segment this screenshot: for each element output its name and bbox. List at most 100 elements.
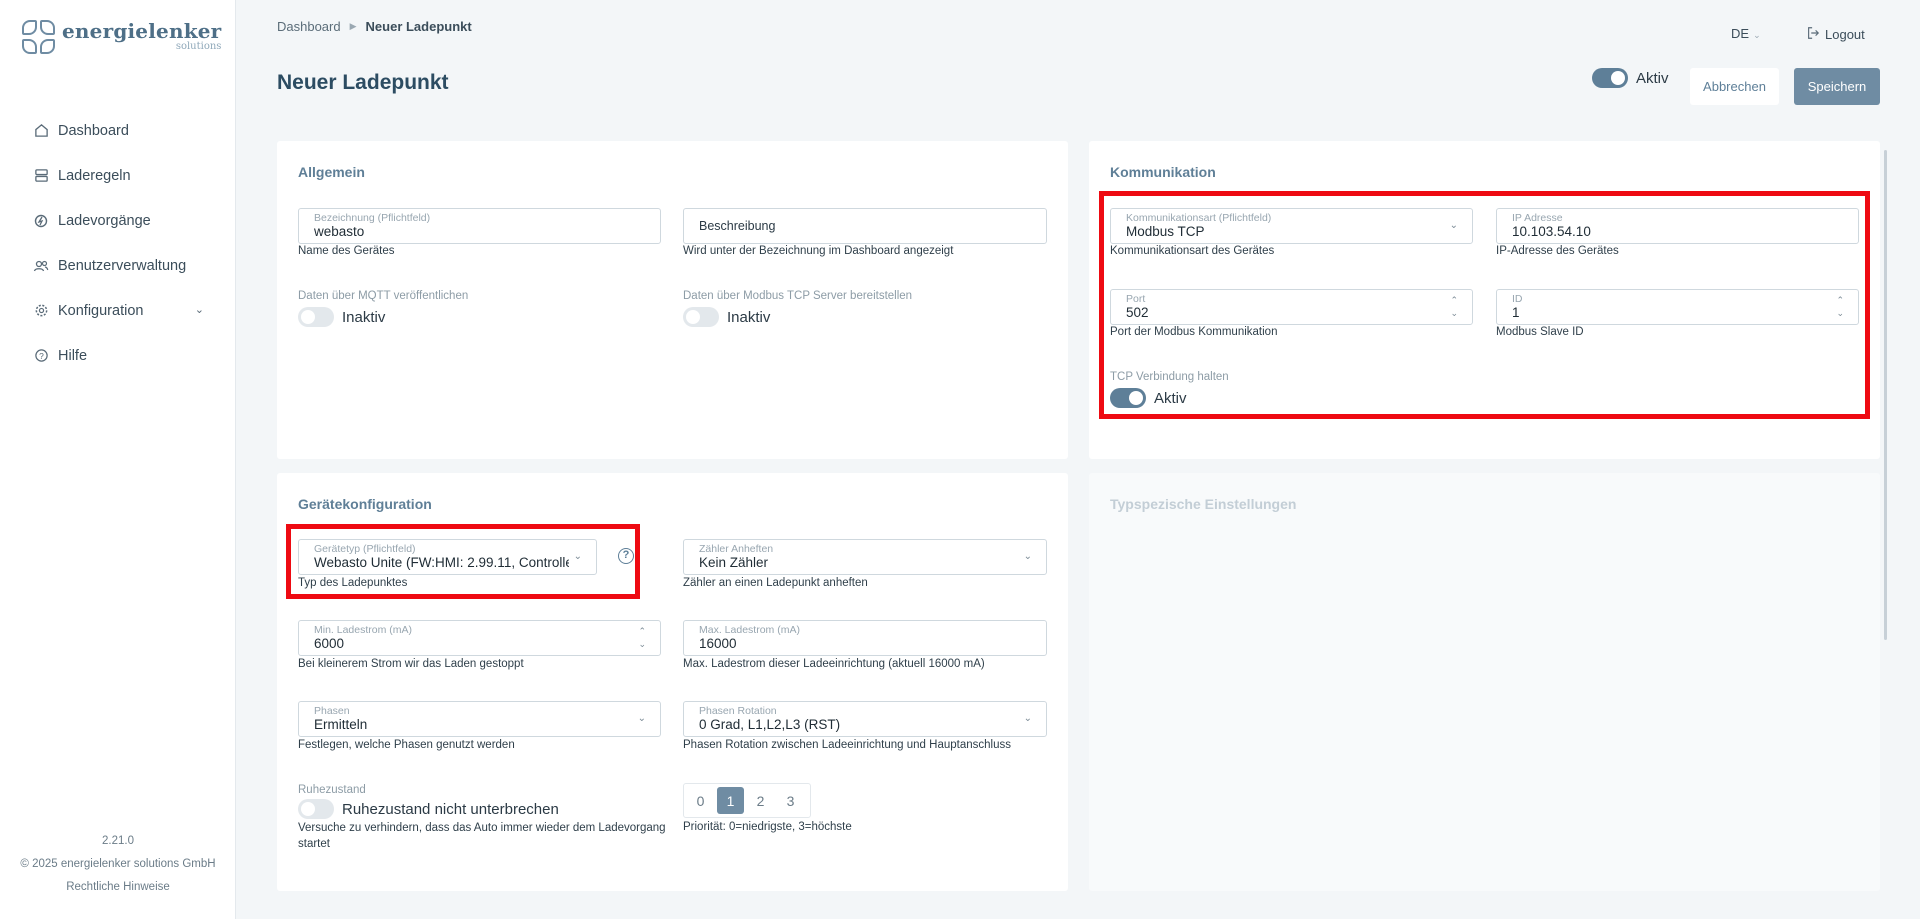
- field-label: Max. Ladestrom (mA): [699, 624, 800, 636]
- sidebar: energielenker solutions Dashboard Ladere…: [0, 0, 236, 919]
- logout-label: Logout: [1825, 27, 1865, 42]
- field-hint: Wird unter der Bezeichnung im Dashboard …: [683, 245, 954, 257]
- sidebar-nav: Dashboard Laderegeln Ladevorgänge Benutz…: [0, 108, 236, 378]
- priority-option-3[interactable]: 3: [777, 787, 804, 814]
- language-value: DE: [1731, 26, 1750, 41]
- brand-logo[interactable]: energielenker solutions: [22, 20, 221, 56]
- field-hint: Phasen Rotation zwischen Ladeeinrichtung…: [683, 739, 1011, 751]
- scrollbar[interactable]: [1884, 150, 1887, 640]
- chevron-down-icon: ⌄: [637, 713, 646, 724]
- priority-option-1[interactable]: 1: [717, 787, 744, 814]
- active-toggle-row: Aktiv: [1592, 68, 1669, 88]
- charging-sessions-icon: [33, 213, 49, 229]
- field-value: 16000: [699, 636, 737, 651]
- breadcrumb: Dashboard ▶ Neuer Ladepunkt: [277, 19, 472, 34]
- idle-label: Ruhezustand: [298, 784, 366, 796]
- legal-link[interactable]: Rechtliche Hinweise: [0, 876, 236, 899]
- language-select[interactable]: DE ⌄: [1731, 26, 1761, 41]
- phases-select[interactable]: Phasen Ermitteln ⌄: [298, 701, 661, 737]
- chevron-down-icon: ⌄: [1023, 551, 1032, 562]
- toggle-state: Inaktiv: [727, 308, 771, 326]
- card-typspezifische-einstellungen: Typspezische Einstellungen: [1089, 473, 1880, 891]
- sidebar-item-laderegeln[interactable]: Laderegeln: [0, 153, 236, 198]
- max-current-field[interactable]: Max. Ladestrom (mA) 16000: [683, 620, 1047, 656]
- field-label: Phasen Rotation: [699, 705, 777, 717]
- rules-icon: [33, 168, 49, 184]
- users-icon: [33, 258, 49, 274]
- toggle-state: Ruhezustand nicht unterbrechen: [342, 800, 559, 818]
- field-hint: Name des Gerätes: [298, 245, 395, 257]
- sidebar-item-benutzerverwaltung[interactable]: Benutzerverwaltung: [0, 243, 236, 288]
- breadcrumb-root[interactable]: Dashboard: [277, 19, 341, 34]
- idle-toggle[interactable]: [298, 799, 334, 819]
- name-field[interactable]: Bezeichnung (Pflichtfeld) webasto: [298, 208, 661, 244]
- mqtt-label: Daten über MQTT veröffentlichen: [298, 290, 469, 302]
- sidebar-item-label: Ladevorgänge: [58, 212, 151, 229]
- mqtt-toggle[interactable]: [298, 307, 334, 327]
- sidebar-item-label: Dashboard: [58, 122, 129, 139]
- modbus-server-toggle[interactable]: [683, 307, 719, 327]
- sidebar-item-label: Hilfe: [58, 347, 88, 364]
- active-toggle-label: Aktiv: [1636, 69, 1669, 87]
- sidebar-item-konfiguration[interactable]: Konfiguration ⌄: [0, 288, 236, 333]
- field-value: Kein Zähler: [699, 555, 769, 570]
- home-icon: [33, 123, 49, 139]
- meter-select[interactable]: Zähler Anheften Kein Zähler ⌄: [683, 539, 1047, 575]
- highlight-communication: [1099, 191, 1870, 419]
- sidebar-footer: 2.21.0 © 2025 energielenker solutions Gm…: [0, 830, 236, 899]
- chevron-down-icon: ⌄: [1753, 30, 1761, 40]
- field-hint: Zähler an einen Ladepunkt anheften: [683, 577, 868, 589]
- priority-option-2[interactable]: 2: [747, 787, 774, 814]
- active-toggle[interactable]: [1592, 68, 1628, 88]
- card-allgemein: Allgemein Bezeichnung (Pflichtfeld) weba…: [277, 141, 1068, 459]
- field-hint: Priorität: 0=niedrigste, 3=höchste: [683, 821, 852, 833]
- cancel-button[interactable]: Abbrechen: [1690, 68, 1779, 105]
- field-hint-continued: startet: [298, 838, 330, 850]
- app-version: 2.21.0: [102, 835, 134, 847]
- field-label: Min. Ladestrom (mA): [314, 624, 413, 636]
- field-value: 0 Grad, L1,L2,L3 (RST): [699, 717, 841, 732]
- sidebar-item-label: Konfiguration: [58, 302, 144, 319]
- card-title: Kommunikation: [1110, 164, 1216, 180]
- logout-button[interactable]: Logout: [1806, 26, 1865, 43]
- field-label: Zähler Anheften: [699, 543, 774, 555]
- card-title: Gerätekonfiguration: [298, 496, 432, 512]
- phase-rotation-select[interactable]: Phasen Rotation 0 Grad, L1,L2,L3 (RST) ⌄: [683, 701, 1047, 737]
- copyright: © 2025 energielenker solutions GmbH: [20, 858, 216, 870]
- page-title: Neuer Ladepunkt: [277, 71, 449, 94]
- breadcrumb-separator-icon: ▶: [349, 21, 357, 31]
- idle-toggle-row: Ruhezustand nicht unterbrechen: [298, 799, 559, 819]
- brand-sub: solutions: [175, 41, 222, 52]
- gear-icon: [33, 303, 49, 319]
- brand-name: energielenker: [62, 19, 222, 43]
- field-hint: Bei kleinerem Strom wir das Laden gestop…: [298, 658, 524, 670]
- field-value: Ermitteln: [314, 717, 368, 732]
- card-title: Allgemein: [298, 164, 365, 180]
- field-label: Phasen: [314, 705, 350, 717]
- priority-selector: 0 1 2 3: [683, 783, 811, 818]
- min-current-stepper[interactable]: Min. Ladestrom (mA) 6000 ⌃ ⌄: [298, 620, 661, 656]
- save-button[interactable]: Speichern: [1794, 68, 1880, 105]
- mqtt-toggle-row: Inaktiv: [298, 307, 385, 327]
- logo-icon: [22, 20, 56, 56]
- sidebar-item-label: Laderegeln: [58, 167, 131, 184]
- sidebar-item-ladevorgaenge[interactable]: Ladevorgänge: [0, 198, 236, 243]
- sidebar-item-hilfe[interactable]: ? Hilfe: [0, 333, 236, 378]
- modbus-server-toggle-row: Inaktiv: [683, 307, 770, 327]
- field-hint: Max. Ladestrom dieser Ladeeinrichtung (a…: [683, 658, 985, 670]
- svg-text:?: ?: [39, 351, 44, 361]
- logout-icon: [1806, 26, 1820, 43]
- sidebar-item-label: Benutzerverwaltung: [58, 257, 187, 274]
- field-hint: Versuche zu verhindern, dass das Auto im…: [298, 822, 666, 834]
- stepper-arrows-icon[interactable]: ⌃ ⌄: [638, 625, 646, 651]
- field-label: Bezeichnung (Pflichtfeld): [314, 212, 431, 224]
- sidebar-item-dashboard[interactable]: Dashboard: [0, 108, 236, 153]
- highlight-device-type: [286, 524, 640, 599]
- description-field[interactable]: Beschreibung: [683, 208, 1047, 244]
- priority-option-0[interactable]: 0: [687, 787, 714, 814]
- breadcrumb-current: Neuer Ladepunkt: [365, 19, 472, 34]
- toggle-state: Inaktiv: [342, 308, 386, 326]
- card-title: Typspezische Einstellungen: [1110, 496, 1297, 512]
- help-icon: ?: [33, 348, 49, 364]
- field-value: 6000: [314, 636, 345, 651]
